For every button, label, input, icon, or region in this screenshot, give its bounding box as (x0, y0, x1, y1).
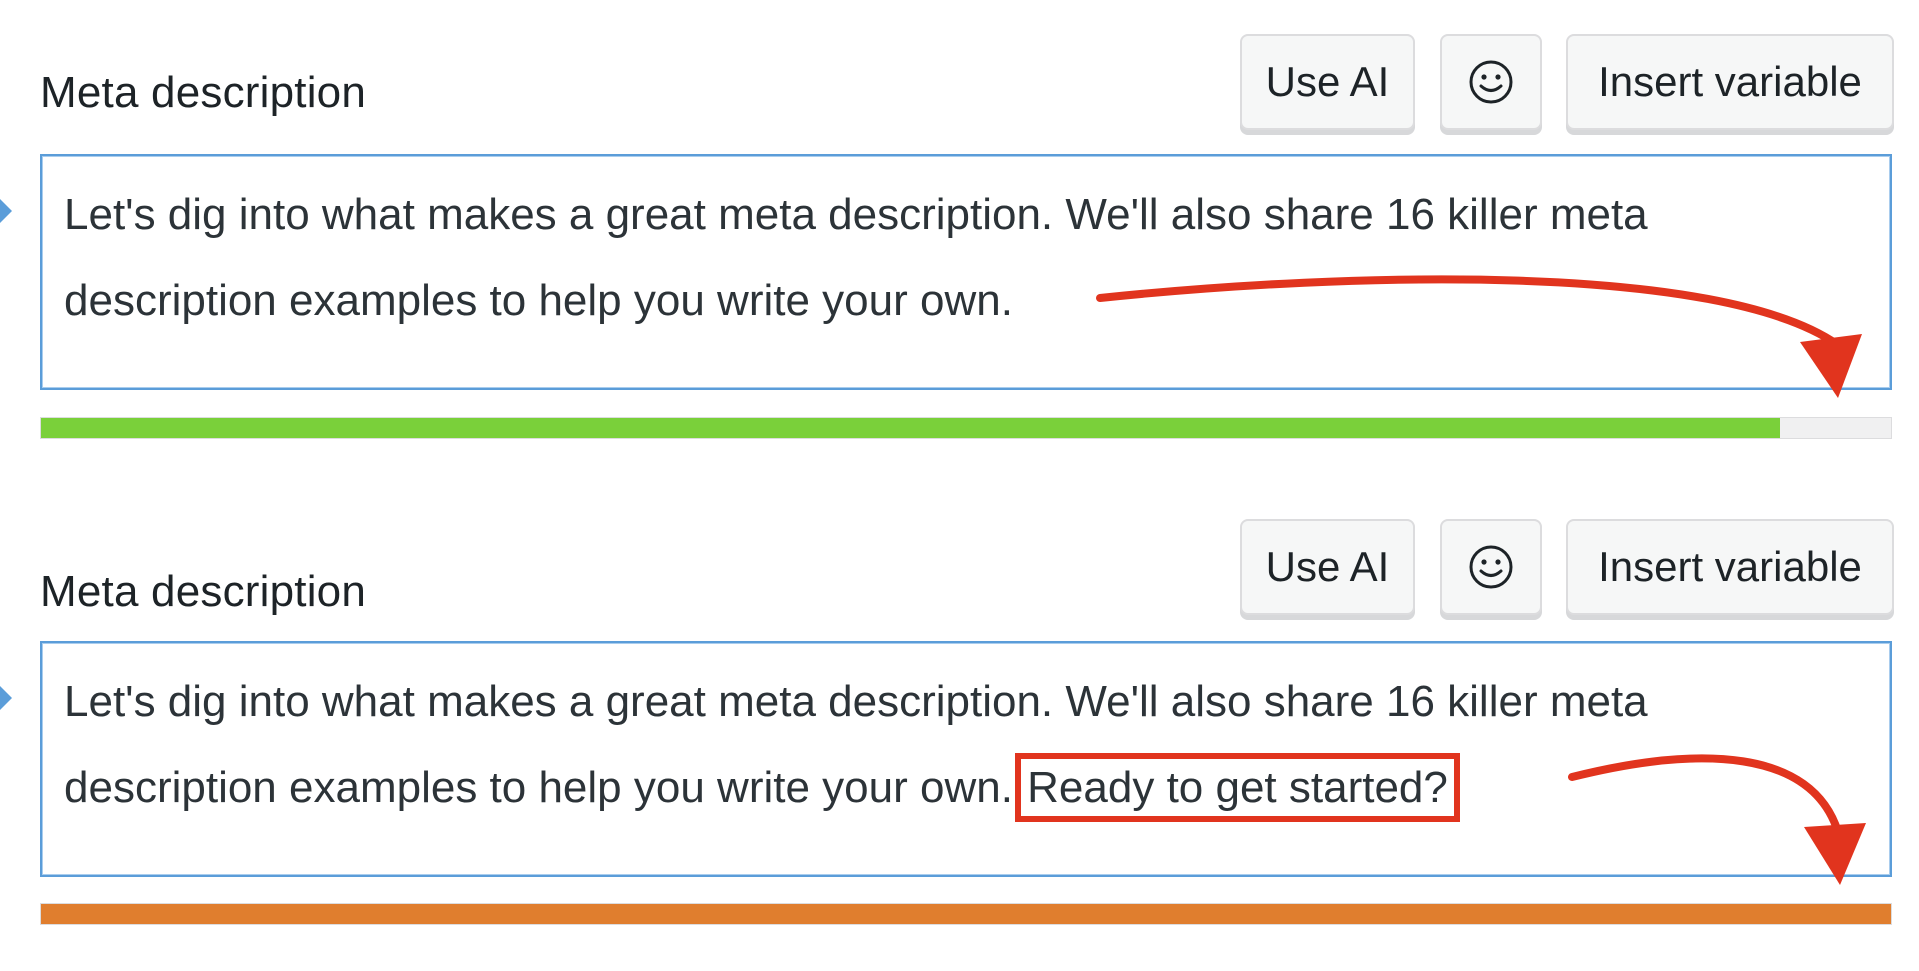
meta-description-editor[interactable]: Let's dig into what makes a great meta d… (40, 154, 1892, 390)
highlighted-addition: Ready to get started? (1015, 753, 1460, 822)
use-ai-button[interactable]: Use AI (1240, 519, 1415, 615)
focus-indicator (0, 682, 12, 714)
length-progress-bar (40, 417, 1892, 439)
smiley-icon (1469, 60, 1513, 104)
meta-description-field-original: Meta description Use AI Insert variable … (0, 0, 1919, 450)
insert-variable-button[interactable]: Insert variable (1566, 519, 1894, 615)
insert-variable-button[interactable]: Insert variable (1566, 34, 1894, 130)
focus-indicator (0, 195, 12, 227)
meta-description-field-improved: Meta description Use AI Insert variable … (0, 487, 1919, 971)
field-label: Meta description (40, 68, 367, 117)
editor-text: Let's dig into what makes a great meta d… (64, 190, 1648, 325)
meta-description-editor[interactable]: Let's dig into what makes a great meta d… (40, 641, 1892, 877)
smiley-icon (1469, 545, 1513, 589)
field-label: Meta description (40, 567, 367, 616)
length-progress-fill (41, 904, 1891, 924)
emoji-button[interactable] (1440, 519, 1542, 615)
use-ai-button[interactable]: Use AI (1240, 34, 1415, 130)
length-progress-fill (41, 418, 1780, 438)
length-progress-bar (40, 903, 1892, 925)
emoji-button[interactable] (1440, 34, 1542, 130)
